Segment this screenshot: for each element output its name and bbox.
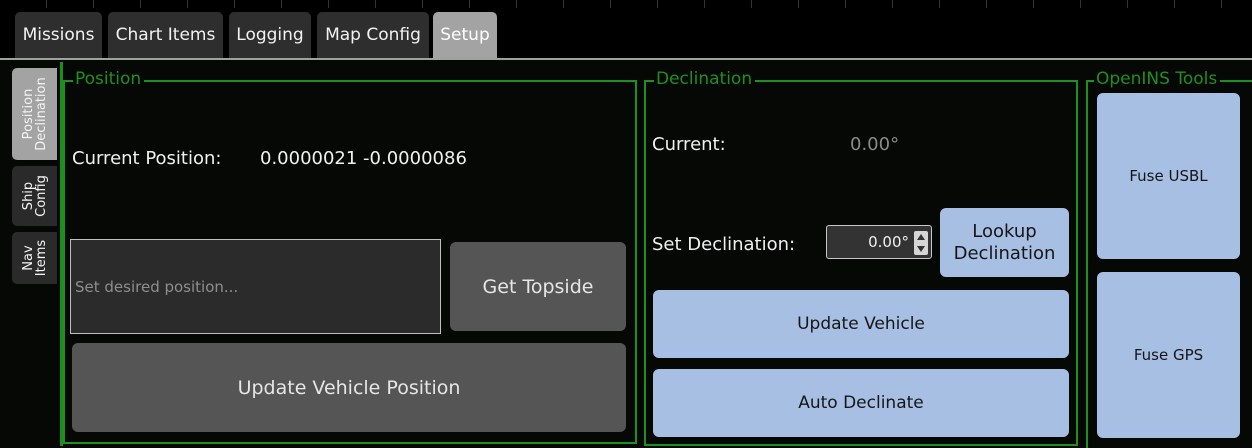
side-tab-nav-items[interactable]: Nav Items bbox=[12, 232, 57, 284]
declination-spinbox-value: 0.00° bbox=[868, 233, 909, 251]
tab-missions[interactable]: Missions bbox=[15, 12, 102, 58]
desired-position-field[interactable] bbox=[71, 240, 440, 333]
declination-spinbox[interactable]: 0.00° bbox=[826, 225, 932, 259]
side-tab-label: Nav Items bbox=[20, 239, 49, 277]
set-declination-label: Set Declination: bbox=[652, 234, 796, 255]
side-tab-ship-config[interactable]: Ship Config bbox=[12, 166, 57, 226]
fuse-gps-button[interactable]: Fuse GPS bbox=[1097, 272, 1240, 438]
update-vehicle-position-button[interactable]: Update Vehicle Position bbox=[72, 343, 626, 432]
declination-group-title: Declination bbox=[654, 69, 756, 89]
side-tab-label: Position Declination bbox=[20, 77, 49, 151]
current-declination-label: Current: bbox=[652, 134, 726, 155]
openins-tools-group-title: OpenINS Tools bbox=[1094, 69, 1221, 89]
tab-underline bbox=[0, 58, 1252, 60]
current-declination-value: 0.00° bbox=[850, 134, 900, 155]
current-position-label: Current Position: bbox=[72, 148, 222, 169]
get-topside-button[interactable]: Get Topside bbox=[450, 242, 626, 331]
spin-arrows-icon[interactable] bbox=[914, 231, 928, 255]
update-vehicle-button[interactable]: Update Vehicle bbox=[653, 290, 1069, 358]
lookup-declination-button[interactable]: Lookup Declination bbox=[940, 208, 1069, 277]
tab-logging[interactable]: Logging bbox=[229, 12, 311, 58]
tab-setup[interactable]: Setup bbox=[433, 12, 497, 58]
position-group-title: Position bbox=[73, 69, 145, 89]
current-position-value: 0.0000021 -0.0000086 bbox=[260, 148, 467, 169]
auto-declinate-button[interactable]: Auto Declinate bbox=[653, 369, 1069, 437]
desired-position-input[interactable] bbox=[70, 239, 441, 334]
tab-map-config[interactable]: Map Config bbox=[317, 12, 429, 58]
side-tab-position-declination[interactable]: Position Declination bbox=[12, 68, 57, 160]
side-tab-label: Ship Config bbox=[20, 175, 49, 217]
tab-chart-items[interactable]: Chart Items bbox=[108, 12, 223, 58]
spin-down-icon[interactable] bbox=[917, 246, 925, 252]
fuse-usbl-button[interactable]: Fuse USBL bbox=[1097, 93, 1240, 259]
spin-up-icon[interactable] bbox=[917, 234, 925, 240]
ruler-strip bbox=[0, 0, 1252, 8]
